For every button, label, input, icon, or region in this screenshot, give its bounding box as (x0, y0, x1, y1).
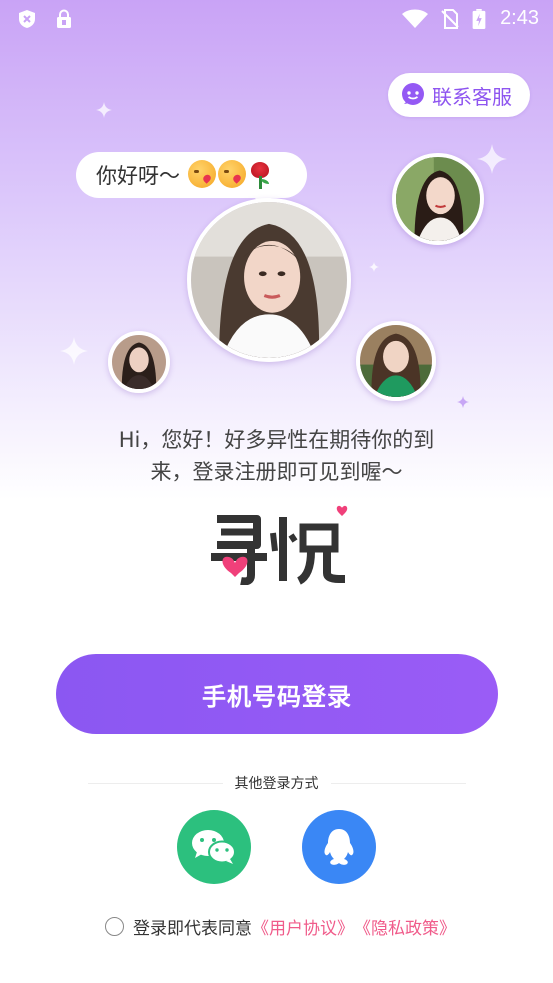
chat-bubble-icon (402, 83, 424, 105)
user-agreement-link[interactable]: 《用户协议》 (252, 914, 354, 939)
sparkle-icon (457, 396, 469, 408)
other-login-text: 其他登录方式 (222, 776, 331, 792)
agreement-prefix: 登录即代表同意 (133, 918, 252, 939)
avatar-main (187, 198, 351, 362)
sparkle-icon (60, 337, 88, 365)
wechat-icon (192, 830, 236, 864)
sparkle-icon (369, 262, 379, 272)
intro-line-2: 来，登录注册即可见到喔～ (150, 460, 403, 484)
lock-icon (57, 9, 71, 28)
privacy-policy-link[interactable]: 《隐私政策》 (354, 914, 456, 939)
avatar-left (108, 331, 170, 393)
kissing-face-emoji (218, 160, 246, 188)
other-login-label: 其他登录方式 (0, 773, 553, 793)
intro-line-1: Hi，您好！好多异性在期待你的到 (118, 428, 435, 452)
greeting-text: 你好呀～ (96, 164, 180, 188)
greeting-bubble: 你好呀～ (76, 152, 307, 207)
shield-x-icon (19, 10, 35, 28)
customer-service-button[interactable]: 联系客服 (388, 73, 530, 117)
sparkle-icon (477, 144, 507, 174)
avatar-top-right (392, 153, 484, 245)
avatar-bottom-right (356, 321, 436, 401)
no-sim-icon (441, 9, 459, 29)
intro-text: Hi，您好！好多异性在期待你的到 来，登录注册即可见到喔～ (0, 424, 553, 488)
status-bar: 2:43 (0, 0, 553, 38)
customer-service-label: 联系客服 (432, 84, 512, 109)
wechat-login-button[interactable] (177, 810, 251, 884)
agreement-checkbox[interactable] (105, 916, 124, 936)
phone-login-button[interactable]: 手机号码登录 (56, 654, 498, 734)
status-time: 2:43 (500, 7, 539, 29)
battery-charging-icon (472, 9, 486, 29)
wifi-icon (402, 9, 428, 28)
app-logo (211, 505, 348, 585)
rose-emoji (248, 160, 272, 190)
kissing-face-emoji (188, 160, 216, 188)
qq-login-button[interactable] (302, 810, 376, 884)
sparkle-icon (96, 102, 112, 118)
greeting-emoji-group (188, 160, 272, 190)
agreement-row: 登录即代表同意 《用户协议》 《隐私政策》 (105, 914, 456, 939)
qq-icon (324, 829, 354, 865)
